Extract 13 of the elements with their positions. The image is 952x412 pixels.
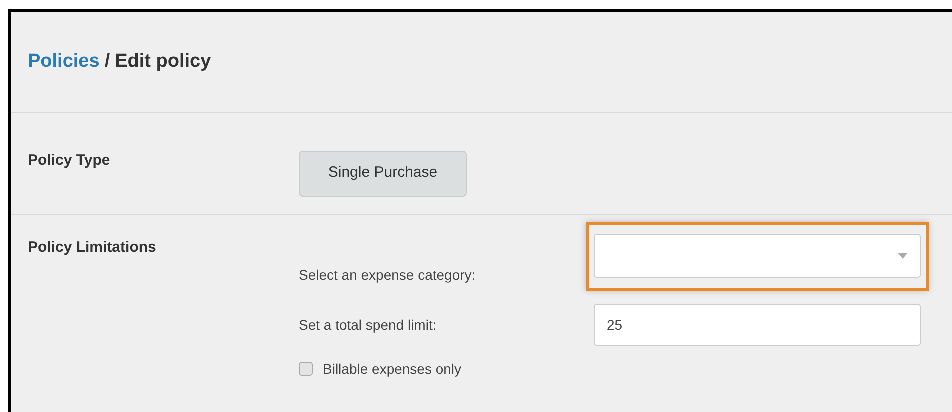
field-label: Select an expense category:	[299, 266, 477, 285]
breadcrumb-separator: /	[104, 50, 110, 74]
section-label: Policy Limitations	[27, 238, 158, 258]
checkbox-label: Billable expenses only	[323, 360, 462, 379]
section-label: Policy Type	[27, 151, 112, 172]
caret-icon	[898, 253, 908, 259]
category-select[interactable]	[594, 234, 921, 278]
breadcrumb-link[interactable]: Policies	[28, 48, 100, 76]
field-label: Set a total spend limit:	[299, 316, 438, 335]
spend-limit-field[interactable]: 25	[594, 304, 921, 346]
policy-type-button[interactable]: Single Purchase	[299, 150, 467, 196]
page-title: Edit policy	[115, 50, 212, 74]
checkbox[interactable]	[299, 362, 313, 376]
